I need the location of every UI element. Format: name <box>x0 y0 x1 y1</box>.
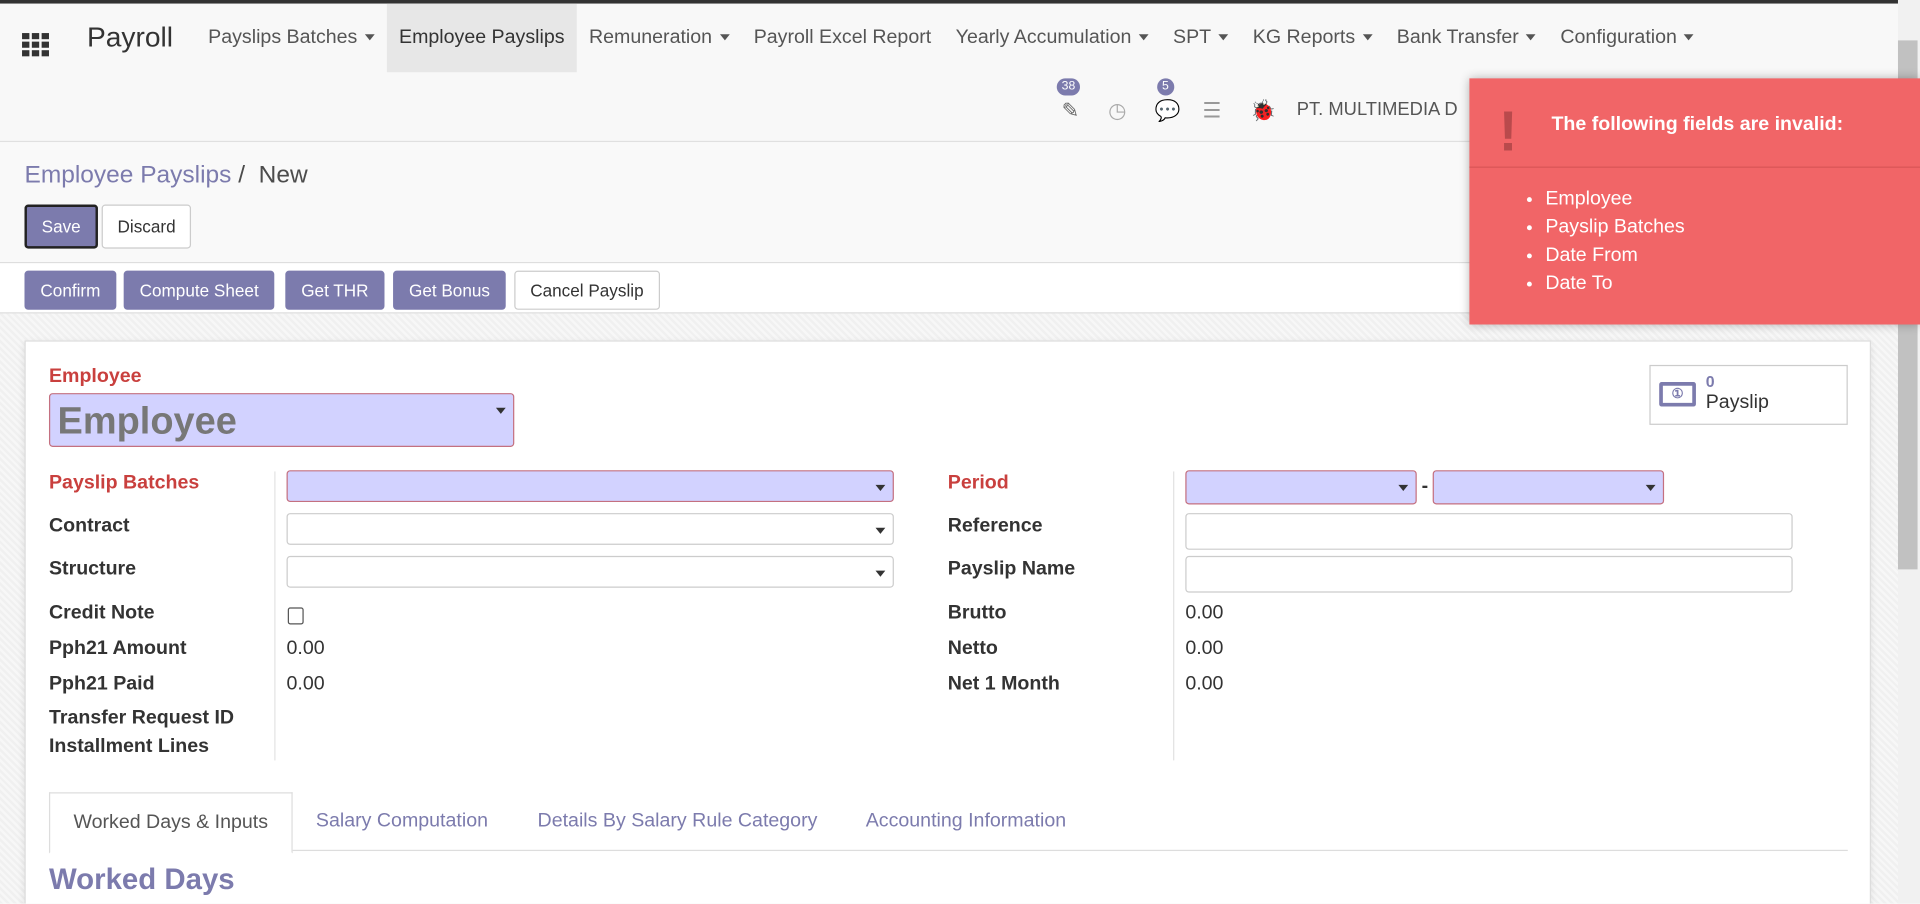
menu-label: Remuneration <box>589 26 713 48</box>
payslip-count-label: Payslip <box>1705 391 1769 413</box>
contract-label: Contract <box>48 515 130 537</box>
debug-bug-icon[interactable]: 🐞 <box>1250 99 1276 123</box>
menu-label: KG Reports <box>1252 26 1356 48</box>
cancel-payslip-button[interactable]: Cancel Payslip <box>514 270 660 310</box>
tab-details-by-salary-rule-category[interactable]: Details By Salary Rule Category <box>514 792 840 851</box>
credit-note-label: Credit Note <box>48 602 155 624</box>
breadcrumb-parent[interactable]: Employee Payslips <box>24 162 231 189</box>
invalid-field-item: Date To <box>1545 269 1684 297</box>
reference-label: Reference <box>947 515 1043 537</box>
caret-down-icon <box>1684 34 1695 41</box>
breadcrumb-separator: / <box>238 161 246 189</box>
discard-button[interactable]: Discard <box>101 204 192 249</box>
menu-bank-transfer[interactable]: Bank Transfer <box>1385 4 1549 73</box>
apps-menu-icon[interactable] <box>22 33 49 57</box>
installment-lines-label: Installment Lines <box>48 735 210 757</box>
invalid-fields-notification: ! The following fields are invalid: Empl… <box>1469 78 1920 325</box>
menu-configuration[interactable]: Configuration <box>1548 4 1706 73</box>
employee-placeholder: Employee <box>57 399 237 443</box>
netto-value: 0.00 <box>1185 637 1224 659</box>
menu-employee-payslips[interactable]: Employee Payslips <box>386 3 577 73</box>
tab-salary-computation[interactable]: Salary Computation <box>293 792 512 851</box>
netto-label: Netto <box>947 637 998 659</box>
tab-worked-days-inputs[interactable]: Worked Days & Inputs <box>48 792 293 854</box>
activity-icon[interactable]: ✎ 38 <box>1056 78 1081 123</box>
app-title: Payroll <box>86 20 174 53</box>
menu-label: Payroll Excel Report <box>753 26 932 48</box>
menu-label: SPT <box>1173 26 1212 48</box>
net-1-month-label: Net 1 Month <box>947 673 1060 695</box>
menu-label: Bank Transfer <box>1396 26 1519 48</box>
activity-badge: 38 <box>1056 78 1081 96</box>
confirm-button[interactable]: Confirm <box>24 270 117 310</box>
menu-label: Payslips Batches <box>208 26 358 48</box>
transfer-request-label: Transfer Request ID <box>48 707 235 729</box>
pph21-paid-label: Pph21 Paid <box>48 673 155 695</box>
invalid-field-item: Employee <box>1545 185 1684 213</box>
menu-payroll-excel-report[interactable]: Payroll Excel Report <box>741 4 943 73</box>
caret-down-icon <box>1138 34 1149 41</box>
date-from-picker[interactable] <box>1185 470 1417 505</box>
credit-note-checkbox[interactable] <box>287 607 304 625</box>
payslip-name-input[interactable] <box>1185 555 1793 593</box>
notification-divider <box>1469 166 1920 168</box>
invalid-field-item: Date From <box>1545 241 1684 269</box>
menu-payslips-batches[interactable]: Payslips Batches <box>196 4 387 73</box>
column-separator <box>1173 471 1175 761</box>
exclamation-icon: ! <box>1498 99 1518 163</box>
menu-label: Yearly Accumulation <box>955 26 1132 48</box>
save-button[interactable]: Save <box>24 204 98 249</box>
payslip-batches-select[interactable] <box>286 470 894 503</box>
net-1-month-value: 0.00 <box>1185 673 1224 695</box>
notification-title: The following fields are invalid: <box>1551 113 1844 135</box>
list-icon[interactable]: ☰ <box>1202 99 1221 123</box>
menu-yearly-accumulation[interactable]: Yearly Accumulation <box>943 4 1160 73</box>
form-sheet: Employee Employee ① 0 Payslip Payslip Ba… <box>24 340 1872 904</box>
structure-label: Structure <box>48 558 137 580</box>
menu-label: Employee Payslips <box>398 26 565 48</box>
breadcrumb-current: New <box>258 161 308 189</box>
company-switcher[interactable]: PT. MULTIMEDIA D <box>1297 99 1458 120</box>
pph21-amount-label: Pph21 Amount <box>48 637 187 659</box>
date-to-picker[interactable] <box>1432 470 1665 505</box>
period-separator: - <box>1421 476 1429 498</box>
invalid-fields-list: Employee Payslip Batches Date From Date … <box>1545 185 1684 298</box>
messages-badge: 5 <box>1157 78 1174 96</box>
menu-remuneration[interactable]: Remuneration <box>577 4 742 73</box>
caret-down-icon <box>1362 34 1373 41</box>
tab-accounting-information[interactable]: Accounting Information <box>842 792 1089 851</box>
caret-down-icon <box>1526 34 1536 41</box>
caret-down-icon <box>364 34 375 41</box>
column-separator <box>274 471 276 761</box>
caret-down-icon <box>1218 34 1229 41</box>
employee-label: Employee <box>48 366 142 387</box>
pph21-paid-value: 0.00 <box>286 673 325 695</box>
messages-icon[interactable]: 💬 5 <box>1155 78 1181 123</box>
pph21-amount-value: 0.00 <box>286 637 325 659</box>
clock-icon[interactable]: ◷ <box>1108 99 1126 123</box>
get-thr-button[interactable]: Get THR <box>285 270 385 310</box>
compute-sheet-button[interactable]: Compute Sheet <box>123 270 275 310</box>
menu-spt[interactable]: SPT <box>1161 4 1241 73</box>
menu-label: Configuration <box>1560 26 1677 48</box>
brutto-label: Brutto <box>947 602 1007 624</box>
money-icon: ① <box>1659 382 1696 407</box>
menu-kg-reports[interactable]: KG Reports <box>1241 4 1385 73</box>
breadcrumb: Employee Payslips / New <box>24 162 307 190</box>
payslip-name-label: Payslip Name <box>947 558 1076 580</box>
payslip-count: 0 <box>1705 372 1715 391</box>
employee-select[interactable]: Employee <box>48 393 515 447</box>
contract-select[interactable] <box>286 513 894 545</box>
section-title: Worked Days <box>48 863 235 897</box>
get-bonus-button[interactable]: Get Bonus <box>393 270 506 310</box>
payslip-smart-button[interactable]: ① 0 Payslip <box>1649 364 1848 425</box>
caret-down-icon <box>719 34 730 41</box>
main-menu: Payslips Batches Employee Payslips Remun… <box>196 3 1706 73</box>
reference-input[interactable] <box>1185 513 1793 550</box>
period-label: Period <box>947 472 1009 494</box>
structure-select[interactable] <box>286 555 894 588</box>
brutto-value: 0.00 <box>1185 602 1224 624</box>
payslip-batches-label: Payslip Batches <box>48 472 200 494</box>
invalid-field-item: Payslip Batches <box>1545 213 1684 241</box>
